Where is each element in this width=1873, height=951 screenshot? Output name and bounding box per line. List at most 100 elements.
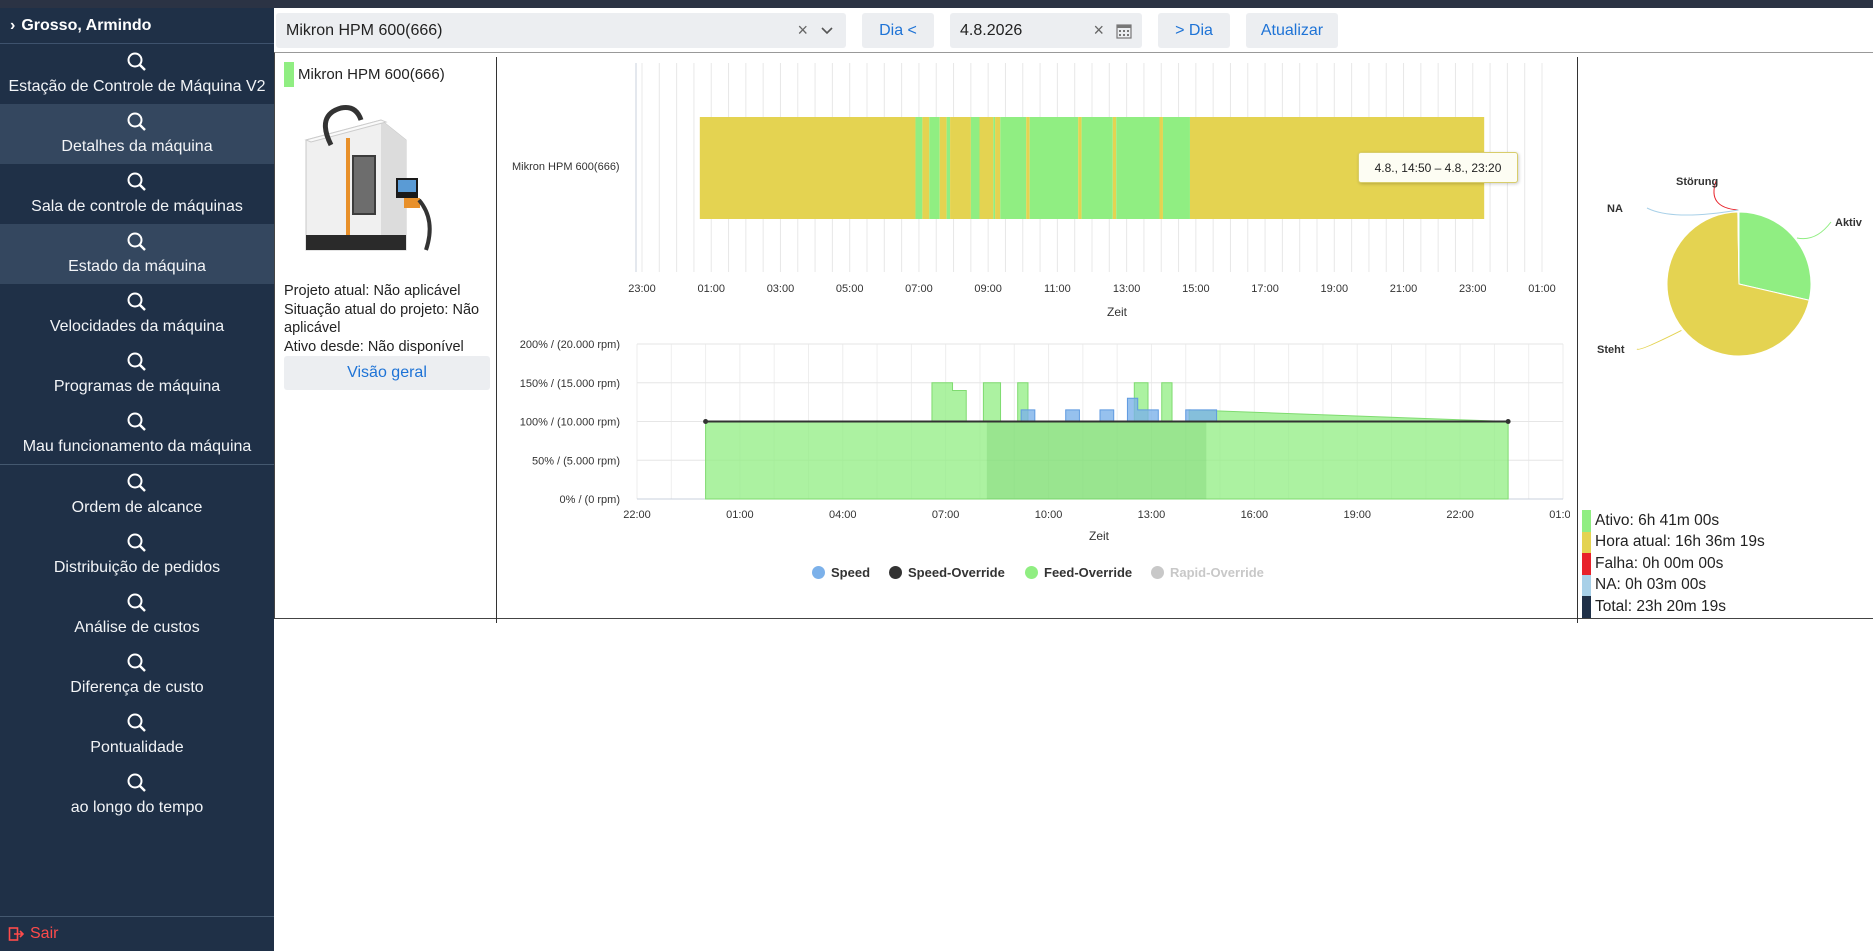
y-tick-label: 0% / (0 rpm) xyxy=(559,494,620,506)
search-icon xyxy=(127,533,146,552)
clear-machine-icon[interactable]: × xyxy=(797,20,808,41)
project-status: Situação atual do projeto: Não aplicável xyxy=(284,301,480,337)
sidebar-item-label: Análise de custos xyxy=(74,619,200,636)
legend-speed-override[interactable]: Speed-Override xyxy=(889,565,1005,580)
logout-label: Sair xyxy=(30,925,59,942)
stat-swatch xyxy=(1582,596,1591,618)
x-tick-label: 10:00 xyxy=(1035,509,1063,521)
sidebar-item[interactable]: Ordem de alcance xyxy=(0,465,274,525)
sidebar-item-label: Velocidades da máquina xyxy=(49,318,225,335)
sidebar-item-label: Mau funcionamento da máquina xyxy=(22,438,252,455)
machine-select[interactable]: Mikron HPM 600(666) × xyxy=(276,13,846,48)
search-icon xyxy=(127,653,146,672)
pie-label: NA xyxy=(1607,203,1623,215)
stat-row: NA: 0h 03m 00s xyxy=(1582,574,1872,596)
sidebar-item[interactable]: Sala de controle de máquinas xyxy=(0,164,274,224)
timeline-segment xyxy=(993,117,996,219)
timeline-segment xyxy=(1116,117,1160,219)
clear-date-icon[interactable]: × xyxy=(1093,20,1104,41)
stat-label: NA: 0h 03m 00s xyxy=(1595,576,1707,594)
x-tick-label: 01:00 xyxy=(1549,509,1570,521)
sidebar-item[interactable]: Diferença de custo xyxy=(0,645,274,705)
timeline-segment xyxy=(1000,117,1027,219)
x-tick-label: 05:00 xyxy=(836,283,864,295)
x-tick-label: 22:00 xyxy=(1446,509,1474,521)
timeline-segment xyxy=(939,117,947,219)
sidebar-item[interactable]: Detalhes da máquina xyxy=(0,104,274,164)
x-tick-label: 13:00 xyxy=(1138,509,1166,521)
logout-icon xyxy=(8,927,24,941)
y-tick-label: 150% / (15.000 rpm) xyxy=(520,378,620,390)
series-marker xyxy=(1505,419,1511,424)
sidebar-item[interactable]: Pontualidade xyxy=(0,705,274,765)
sidebar-item[interactable]: Análise de custos xyxy=(0,585,274,645)
calendar-icon[interactable] xyxy=(1116,23,1132,39)
stat-row: Falha: 0h 00m 00s xyxy=(1582,553,1872,575)
sidebar-item[interactable]: Estado da máquina xyxy=(0,224,274,284)
series-speed xyxy=(1020,397,1218,422)
next-day-button[interactable]: > Dia xyxy=(1158,13,1230,48)
legend-dot xyxy=(1151,566,1164,579)
sidebar-item[interactable]: Mau funcionamento da máquina xyxy=(0,404,274,464)
y-tick-label: 200% / (20.000 rpm) xyxy=(520,339,620,351)
active-since: Ativo desde: Não disponível xyxy=(284,338,464,355)
divider xyxy=(496,57,497,623)
timeline-segment xyxy=(1026,117,1030,219)
refresh-button[interactable]: Atualizar xyxy=(1246,13,1338,48)
overview-button[interactable]: Visão geral xyxy=(284,356,490,390)
legend-speed[interactable]: Speed xyxy=(812,565,870,580)
sidebar-item-label: Programas de máquina xyxy=(53,378,221,395)
sidebar-item[interactable]: Programas de máquina xyxy=(0,344,274,404)
x-tick-label: 17:00 xyxy=(1251,283,1279,295)
x-tick-label: 23:00 xyxy=(628,283,656,295)
logout-button[interactable]: Sair xyxy=(0,916,274,951)
user-name: Grosso, Armindo xyxy=(21,16,152,34)
sidebar-item-label: Distribuição de pedidos xyxy=(53,559,221,576)
sidebar: › Grosso, Armindo Estação de Controle de… xyxy=(0,8,274,951)
legend-dot xyxy=(1025,566,1038,579)
stat-row: Ativo: 6h 41m 00s xyxy=(1582,510,1872,532)
timeline-segment xyxy=(922,117,930,219)
y-tick-label: 50% / (5.000 rpm) xyxy=(532,455,620,467)
chevron-down-icon[interactable] xyxy=(820,23,834,37)
x-tick-label: 19:00 xyxy=(1321,283,1349,295)
search-icon xyxy=(127,352,146,371)
stat-row: Total: 23h 20m 19s xyxy=(1582,596,1872,618)
sidebar-item[interactable]: Distribuição de pedidos xyxy=(0,525,274,585)
prev-day-button[interactable]: Dia < xyxy=(862,13,934,48)
user-menu[interactable]: › Grosso, Armindo xyxy=(0,8,274,44)
legend-label: Speed-Override xyxy=(908,565,1005,580)
search-icon xyxy=(127,473,146,492)
y-tick-label: 100% / (10.000 rpm) xyxy=(520,417,620,429)
search-icon xyxy=(127,593,146,612)
search-icon xyxy=(127,232,146,251)
current-project: Projeto atual: Não aplicável xyxy=(284,283,461,299)
legend-feed-override[interactable]: Feed-Override xyxy=(1025,565,1132,580)
x-tick-label: 15:00 xyxy=(1182,283,1210,295)
legend-rapid-override[interactable]: Rapid-Override xyxy=(1151,565,1264,580)
legend-dot xyxy=(889,566,902,579)
legend-label: Rapid-Override xyxy=(1170,565,1264,580)
x-axis-label: Zeit xyxy=(1107,305,1128,319)
stats-list: Ativo: 6h 41m 00s Hora atual: 16h 36m 19s… xyxy=(1582,510,1872,618)
stat-label: Total: 23h 20m 19s xyxy=(1595,597,1726,615)
x-tick-label: 21:00 xyxy=(1390,283,1418,295)
sidebar-item[interactable]: Velocidades da máquina xyxy=(0,284,274,344)
divider xyxy=(1577,57,1578,623)
pie-label: Steht xyxy=(1597,344,1625,356)
timeline-segment xyxy=(915,117,923,219)
sidebar-item-label: Sala de controle de máquinas xyxy=(31,198,243,215)
date-field[interactable]: 4.8.2026 × xyxy=(950,13,1142,48)
timeline-segment xyxy=(699,117,916,219)
series-overlap xyxy=(986,421,1207,499)
x-tick-label: 11:00 xyxy=(1044,283,1071,295)
sidebar-item[interactable]: ao longo do tempo xyxy=(0,765,274,825)
sidebar-item-label: Estação de Controle de Máquina V2 xyxy=(8,78,266,95)
x-tick-label: 01:00 xyxy=(1528,283,1556,295)
x-tick-label: 22:00 xyxy=(623,509,651,521)
sidebar-item[interactable]: Estação de Controle de Máquina V2 xyxy=(0,44,274,104)
pie-label: Störung xyxy=(1676,176,1718,188)
timeline-segment xyxy=(1081,117,1113,219)
timeline-segment xyxy=(970,117,980,219)
timeline-segment xyxy=(1162,117,1190,219)
